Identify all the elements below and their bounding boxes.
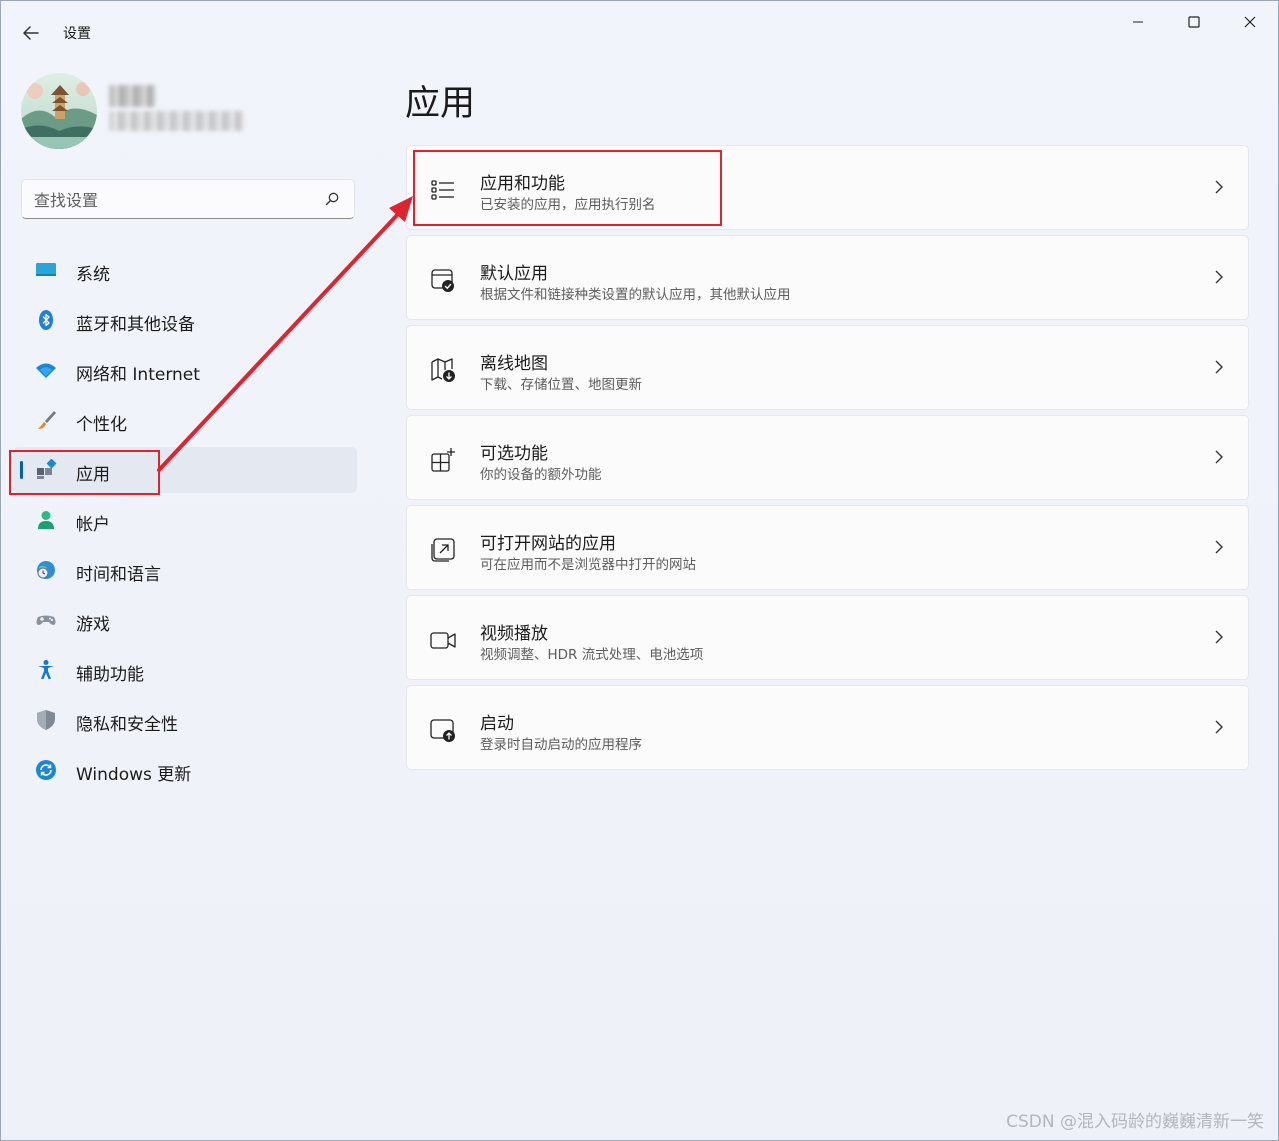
chevron-right-icon	[1215, 720, 1223, 734]
maximize-icon	[1188, 16, 1200, 28]
search-box[interactable]	[21, 179, 355, 219]
shield-icon	[37, 710, 55, 730]
globe-clock-icon	[37, 561, 55, 579]
person-icon	[38, 511, 54, 529]
paintbrush-icon	[38, 411, 56, 429]
sidebar-item-windows-update[interactable]: Windows 更新	[13, 747, 357, 793]
maximize-button[interactable]	[1171, 9, 1217, 35]
settings-card-list: 应用和功能 已安装的应用，应用执行别名 默认应用 根据文件和链接种类设置的默认应…	[406, 145, 1249, 775]
chevron-right-icon	[1215, 630, 1223, 644]
sidebar-item-gaming[interactable]: 游戏	[13, 597, 357, 643]
chevron-right-icon	[1215, 450, 1223, 464]
card-subtitle: 已安装的应用，应用执行别名	[480, 197, 656, 213]
card-title: 应用和功能	[480, 174, 565, 194]
card-title: 可打开网站的应用	[480, 534, 616, 554]
back-button[interactable]	[17, 19, 45, 47]
sidebar-item-label: 游戏	[76, 615, 110, 635]
title-bar: 设置	[1, 1, 1279, 49]
video-icon	[430, 632, 456, 649]
card-video-playback[interactable]: 视频播放 视频调整、HDR 流式处理、电池选项	[406, 595, 1249, 680]
minimize-icon	[1133, 21, 1143, 23]
minimize-button[interactable]	[1115, 9, 1161, 35]
default-app-icon	[431, 269, 454, 292]
card-startup[interactable]: 启动 登录时自动启动的应用程序	[406, 685, 1249, 770]
gamepad-icon	[36, 615, 56, 625]
card-title: 离线地图	[480, 354, 548, 374]
back-arrow-icon	[23, 26, 39, 40]
page-title: 应用	[405, 84, 476, 124]
search-input[interactable]	[34, 189, 304, 211]
sidebar-item-label: 系统	[76, 265, 110, 285]
sidebar-item-accounts[interactable]: 帐户	[13, 497, 357, 543]
sidebar-item-label: 时间和语言	[76, 565, 161, 585]
chevron-right-icon	[1215, 540, 1223, 554]
card-title: 可选功能	[480, 444, 548, 464]
user-name-redacted	[109, 85, 155, 107]
map-download-icon	[431, 358, 455, 382]
card-title: 默认应用	[480, 264, 548, 284]
avatar-image	[21, 73, 97, 149]
app-title: 设置	[63, 26, 91, 42]
sidebar-item-time-language[interactable]: 时间和语言	[13, 547, 357, 593]
sidebar-item-apps[interactable]: 应用	[13, 447, 357, 493]
sidebar-item-privacy[interactable]: 隐私和安全性	[13, 697, 357, 743]
card-subtitle: 视频调整、HDR 流式处理、电池选项	[480, 647, 704, 663]
sidebar-nav: 系统 蓝牙和其他设备 网络和 Internet 个性化 应用 帐户 时间和语言 …	[13, 247, 357, 797]
sidebar-item-label: 蓝牙和其他设备	[76, 315, 195, 335]
card-title: 视频播放	[480, 624, 548, 644]
add-feature-icon	[431, 448, 455, 472]
search-icon[interactable]	[324, 191, 340, 207]
card-subtitle: 登录时自动启动的应用程序	[480, 737, 642, 753]
chevron-right-icon	[1215, 270, 1223, 284]
open-external-icon	[431, 538, 455, 562]
chevron-right-icon	[1215, 360, 1223, 374]
wifi-icon	[36, 363, 56, 378]
card-apps-features[interactable]: 应用和功能 已安装的应用，应用执行别名	[406, 145, 1249, 230]
card-default-apps[interactable]: 默认应用 根据文件和链接种类设置的默认应用，其他默认应用	[406, 235, 1249, 320]
card-apps-for-websites[interactable]: 可打开网站的应用 可在应用而不是浏览器中打开的网站	[406, 505, 1249, 590]
sidebar-item-bluetooth[interactable]: 蓝牙和其他设备	[13, 297, 357, 343]
sidebar-item-label: 网络和 Internet	[76, 365, 200, 385]
sidebar-item-personalization[interactable]: 个性化	[13, 397, 357, 443]
sidebar-item-label: 隐私和安全性	[76, 715, 178, 735]
bluetooth-icon	[39, 310, 53, 330]
sidebar-item-system[interactable]: 系统	[13, 247, 357, 293]
apps-icon	[37, 459, 57, 479]
monitor-icon	[36, 263, 56, 276]
avatar[interactable]	[21, 73, 97, 149]
update-icon	[36, 760, 56, 780]
card-title: 启动	[480, 714, 514, 734]
watermark: CSDN @混入码龄的巍巍清新一笑	[1006, 1112, 1264, 1132]
list-icon	[431, 180, 454, 200]
active-indicator	[20, 461, 23, 479]
startup-icon	[430, 719, 455, 742]
card-subtitle: 根据文件和链接种类设置的默认应用，其他默认应用	[480, 287, 791, 303]
close-button[interactable]	[1227, 9, 1273, 35]
sidebar-item-label: Windows 更新	[76, 765, 192, 785]
sidebar-item-label: 个性化	[76, 415, 127, 435]
sidebar-item-label: 辅助功能	[76, 665, 144, 685]
sidebar-item-label: 帐户	[76, 515, 110, 535]
sidebar-item-network[interactable]: 网络和 Internet	[13, 347, 357, 393]
sidebar-item-label: 应用	[76, 465, 110, 485]
close-icon	[1244, 16, 1256, 28]
user-email-redacted	[109, 111, 243, 131]
chevron-right-icon	[1215, 180, 1223, 194]
card-subtitle: 下载、存储位置、地图更新	[480, 377, 642, 393]
card-subtitle: 你的设备的额外功能	[480, 467, 602, 483]
sidebar-item-accessibility[interactable]: 辅助功能	[13, 647, 357, 693]
card-offline-maps[interactable]: 离线地图 下载、存储位置、地图更新	[406, 325, 1249, 410]
card-subtitle: 可在应用而不是浏览器中打开的网站	[480, 557, 696, 573]
settings-window: 设置 查找设置 系统 蓝牙和其他设备 网络和 Internet 个性化 应用 帐…	[0, 0, 1279, 1141]
card-optional-features[interactable]: 可选功能 你的设备的额外功能	[406, 415, 1249, 500]
accessibility-icon	[38, 660, 54, 679]
